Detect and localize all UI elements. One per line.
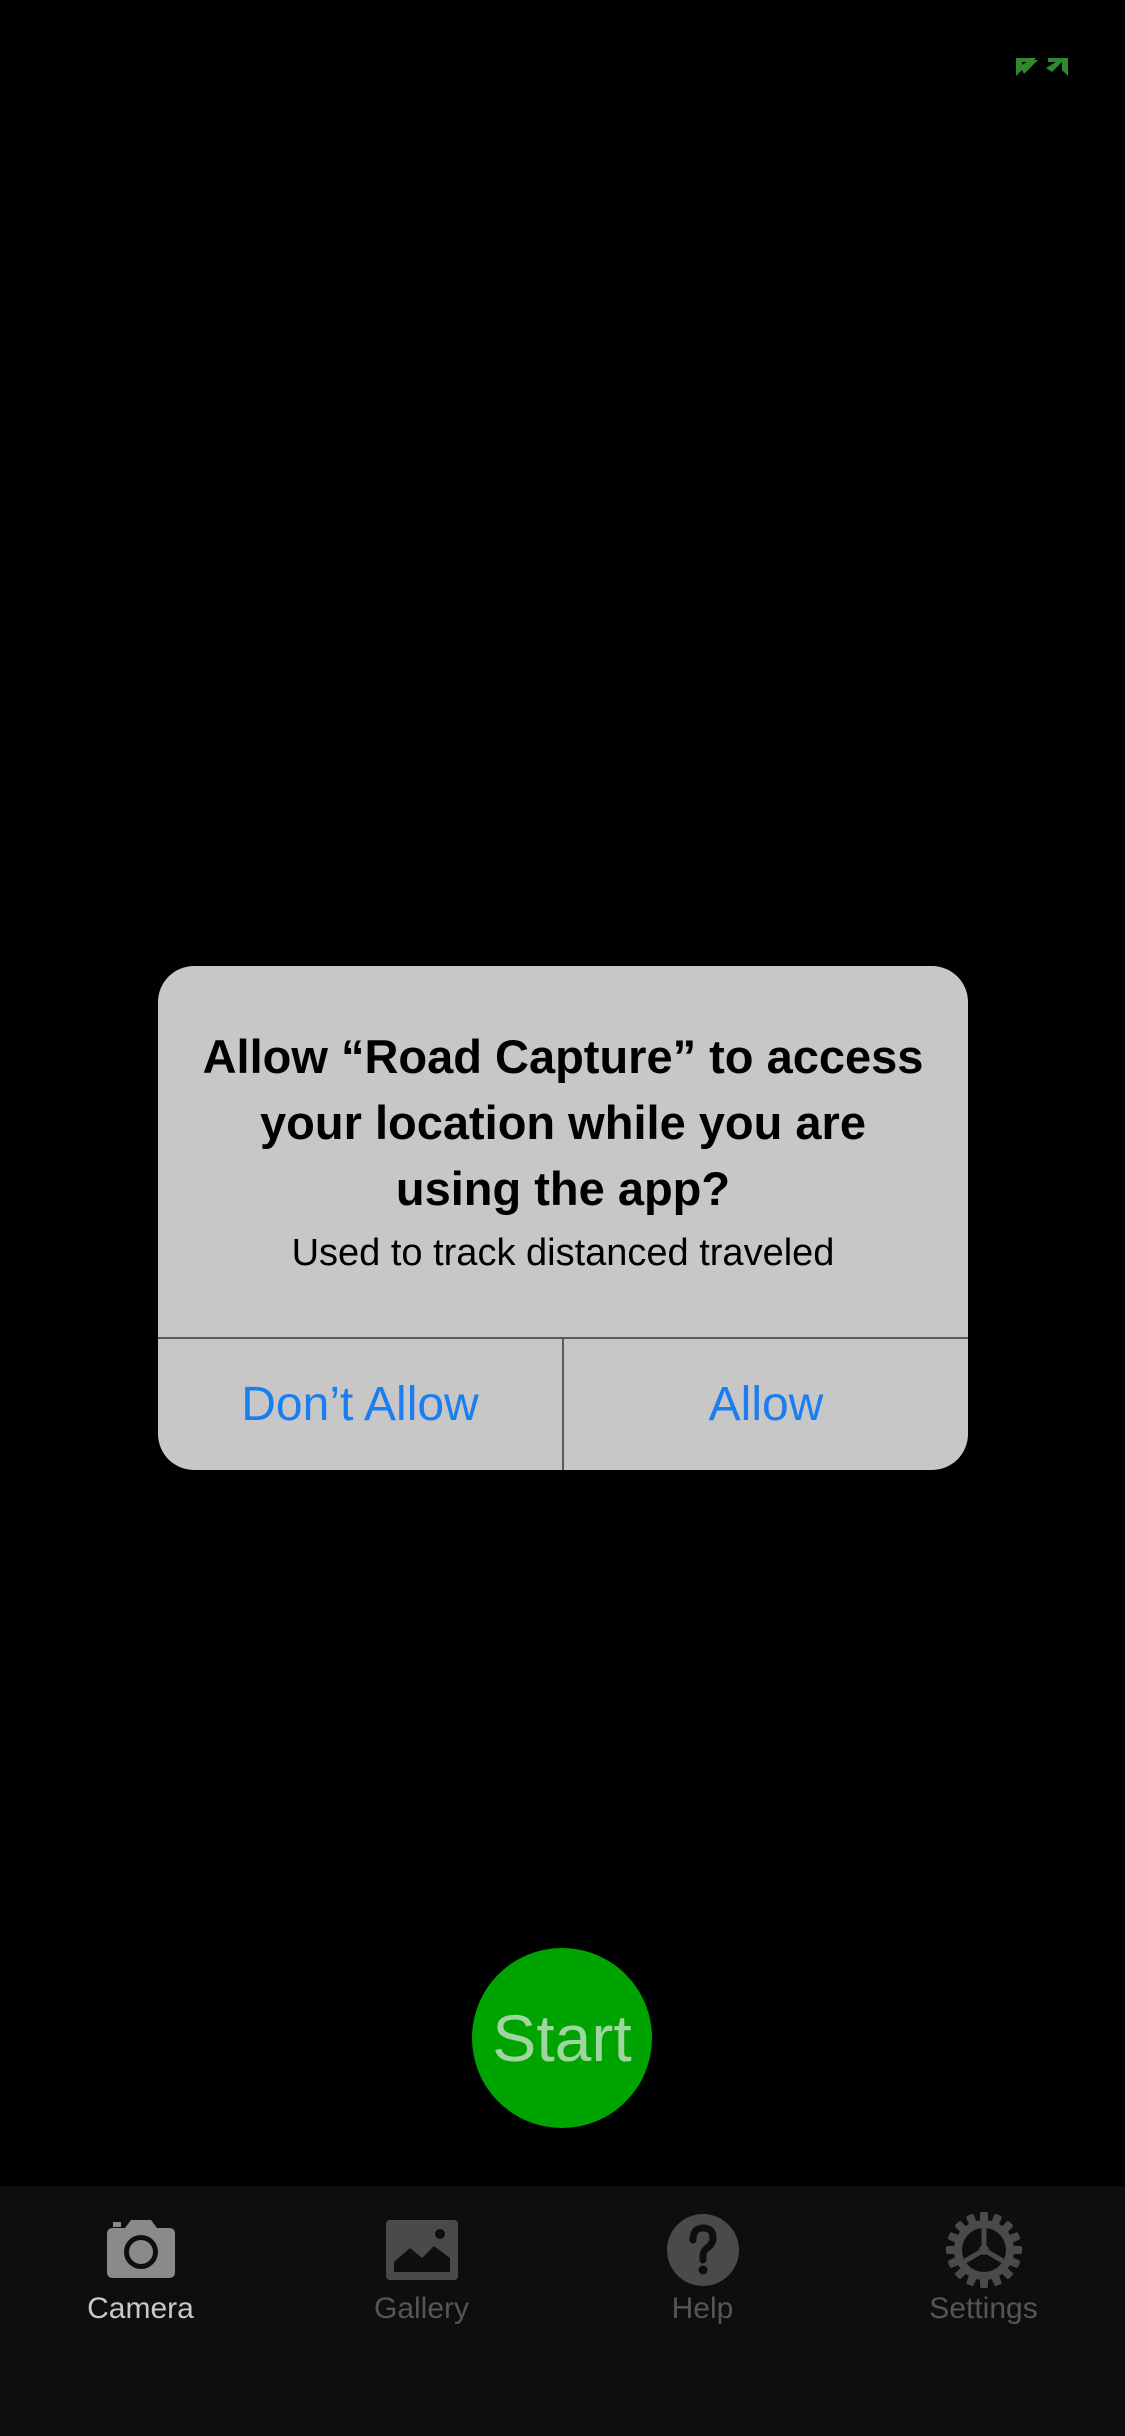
tab-label-help: Help [671,2292,734,2325]
tab-label-camera: Camera [87,2292,194,2325]
tab-settings[interactable]: Settings [843,2186,1124,2366]
expand-arrows-icon[interactable] [1012,56,1072,80]
tab-label-settings: Settings [929,2292,1038,2325]
tab-help[interactable]: Help [562,2186,843,2366]
tab-camera[interactable]: Camera [0,2186,281,2366]
alert-message: Used to track distanced traveled [291,1232,835,1274]
help-icon [663,2208,743,2288]
gallery-icon [382,2208,462,2288]
gear-icon [944,2208,1024,2288]
tab-label-gallery: Gallery [373,2292,470,2325]
app-screen: Allow “Road Capture” to access your loca… [0,0,1125,2436]
tab-gallery[interactable]: Gallery [281,2186,562,2366]
start-button[interactable]: Start [472,1948,652,2128]
tab-bar: Camera Gallery Help Settings [0,2186,1125,2436]
allow-button[interactable]: Allow [564,1339,968,1470]
location-permission-alert: Allow “Road Capture” to access your loca… [158,966,968,1470]
camera-icon [101,2208,181,2288]
alert-title: Allow “Road Capture” to access your loca… [202,1030,924,1215]
dont-allow-button[interactable]: Don’t Allow [158,1339,562,1470]
